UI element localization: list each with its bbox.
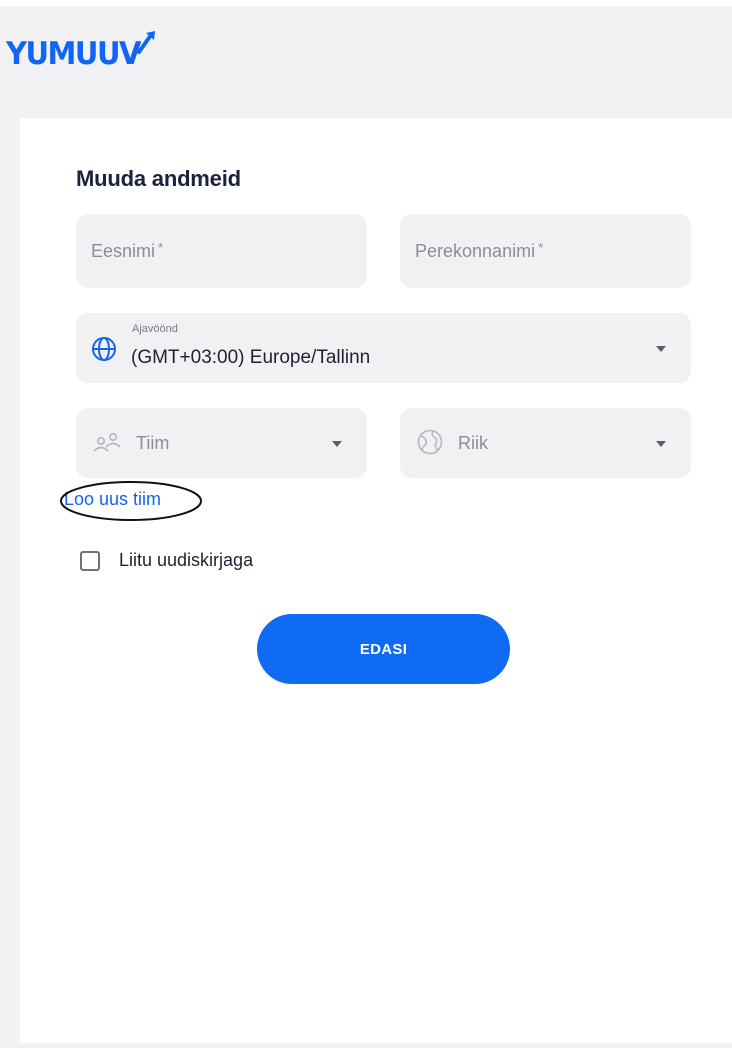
page: YUMUUV Muuda andmeid Eesnimi * Perekonnan… <box>0 0 732 1048</box>
world-map-icon <box>416 428 444 456</box>
timezone-label: Ajavöönd <box>132 323 178 335</box>
chevron-down-icon <box>656 346 666 352</box>
country-placeholder: Riik <box>458 432 488 453</box>
team-select[interactable]: Tiim <box>76 408 367 478</box>
bottom-gutter <box>0 1043 732 1048</box>
timezone-select[interactable]: Ajavöönd (GMT+03:00) Europe/Tallinn <box>76 313 691 383</box>
people-icon <box>91 430 125 454</box>
brand-logo[interactable]: YUMUUV <box>6 30 158 76</box>
last-name-field[interactable]: Perekonnanimi * <box>400 214 691 288</box>
chevron-down-icon <box>332 441 342 447</box>
country-select[interactable]: Riik <box>400 408 691 478</box>
newsletter-label: Liitu uudiskirjaga <box>119 550 254 570</box>
timezone-value: (GMT+03:00) Europe/Tallinn <box>131 347 371 368</box>
chevron-down-icon <box>656 441 666 447</box>
first-name-input[interactable] <box>76 214 367 288</box>
left-gutter <box>0 118 20 1043</box>
create-team-link[interactable]: Loo uus tiim <box>64 489 161 510</box>
team-placeholder: Tiim <box>136 432 170 453</box>
logo-text: YUMUUV <box>6 34 141 72</box>
page-title: Muuda andmeid <box>76 166 241 191</box>
newsletter-option[interactable]: Liitu uudiskirjaga <box>80 550 253 571</box>
newsletter-checkbox[interactable] <box>80 550 100 571</box>
first-name-field[interactable]: Eesnimi * <box>76 214 367 288</box>
last-name-input[interactable] <box>400 214 691 288</box>
submit-button[interactable]: EDASI <box>257 614 510 684</box>
globe-icon <box>91 336 117 362</box>
